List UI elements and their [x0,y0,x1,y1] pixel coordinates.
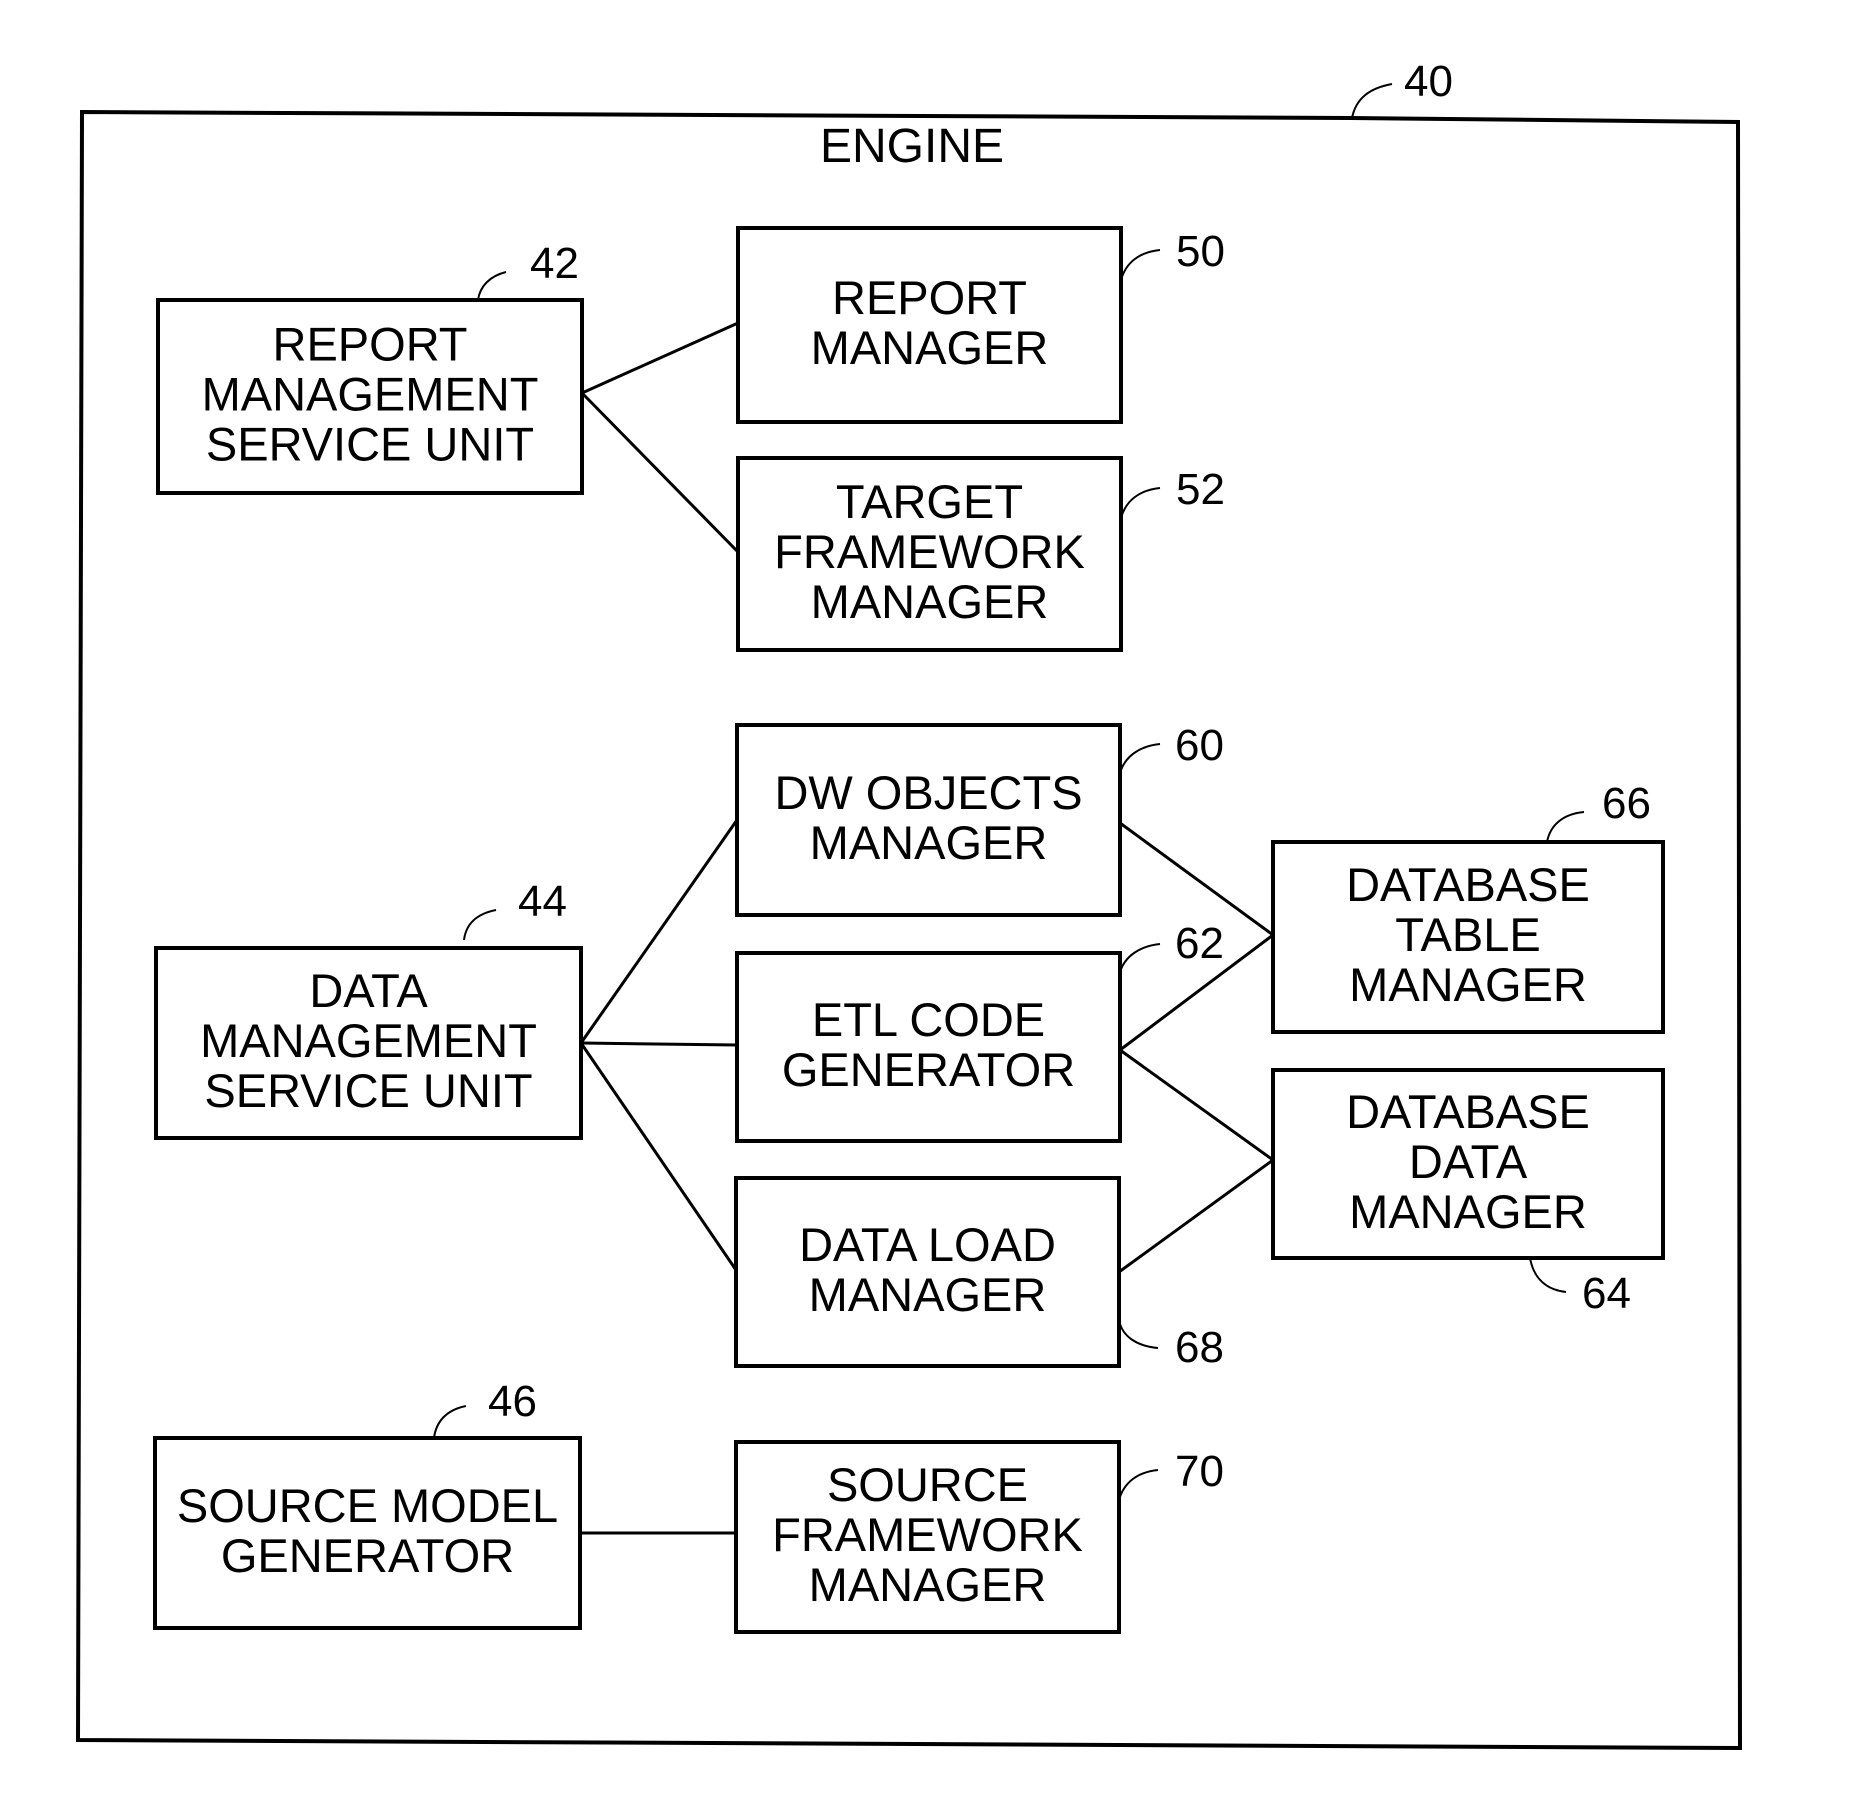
connector-44-62 [580,1041,738,1047]
component-box-66: DATABASETABLEMANAGER 66 [1271,779,1665,1034]
connector-68-64 [1118,1158,1274,1274]
box-label-line: MANAGER [1349,958,1587,1011]
connector-44-60 [579,819,739,1044]
connector-42-50 [581,321,739,395]
component-box-46: SOURCE MODELGENERATOR 46 [153,1377,582,1630]
reference-numeral: 68 [1175,1323,1224,1372]
connector-44-68 [579,1042,738,1271]
box-label-line: DATABASE [1346,1085,1590,1138]
component-box-64: DATABASEDATAMANAGER 64 [1271,1068,1665,1318]
reference-leader [1120,249,1161,281]
box-label-line: MANAGEMENT [202,368,539,421]
reference-numeral: 44 [518,877,567,926]
reference-leader [1118,1319,1159,1349]
box-label-line: REPORT [273,318,468,371]
box-label-line: DATA [309,964,428,1017]
reference-numeral: 70 [1175,1447,1224,1496]
box-label-line: MANAGER [811,575,1049,628]
reference-numeral: 42 [530,239,579,288]
component-boxes: REPORTMANAGEMENTSERVICE UNIT42REPORTMANA… [153,226,1665,1634]
reference-leader [1546,811,1585,843]
component-box-42: REPORTMANAGEMENTSERVICE UNIT 42 [156,239,584,495]
reference-leader [433,1405,467,1439]
box-label-line: SOURCE MODEL [177,1479,558,1532]
box-label-line: REPORT [832,271,1027,324]
box-label-line: MANAGER [809,1558,1047,1611]
box-label-line: DATA LOAD [799,1218,1056,1271]
box-label-line: MANAGER [1349,1185,1587,1238]
component-box-70: SOURCEFRAMEWORKMANAGER 70 [734,1440,1224,1634]
component-box-50: REPORTMANAGER 50 [736,226,1225,424]
reference-leader [1529,1257,1567,1293]
engine-title: ENGINE [820,120,1004,173]
box-label-line: MANAGER [811,321,1049,374]
engine-diagram: ENGINE 40 REPORTMANAGEMENTSERVICE UNIT42… [75,57,1743,1751]
box-label-line: GENERATOR [782,1043,1075,1096]
box-label-line: MANAGEMENT [200,1014,537,1067]
reference-leader [1120,487,1161,519]
reference-leader [463,909,497,941]
box-label-line: SERVICE UNIT [204,1064,532,1117]
component-box-60: DW OBJECTSMANAGER 60 [735,721,1224,917]
component-box-52: TARGETFRAMEWORKMANAGER 52 [736,456,1225,652]
box-label-line: SERVICE UNIT [206,418,534,471]
box-label-line: DATABASE [1346,858,1590,911]
reference-numeral: 64 [1582,1269,1631,1318]
box-label-line: FRAMEWORK [774,525,1085,578]
box-label-line: MANAGER [809,1268,1047,1321]
reference-leader [1118,1469,1159,1501]
reference-numeral: 52 [1176,465,1225,514]
box-label-line: TABLE [1395,908,1540,961]
engine-ref-label: 40 [1404,57,1453,106]
box-label-line: DATA [1409,1135,1528,1188]
reference-numeral: 50 [1176,227,1225,276]
box-label-line: TARGET [836,475,1023,528]
connector-62-64 [1119,1048,1274,1162]
box-label-line: GENERATOR [221,1529,514,1582]
component-box-68: DATA LOADMANAGER 68 [734,1176,1224,1372]
box-label-line: MANAGER [810,816,1048,869]
box-label-line: SOURCE [827,1458,1028,1511]
reference-leader [477,271,507,301]
engine-ref-leader [1351,83,1393,119]
reference-numeral: 60 [1175,721,1224,770]
box-label-line: ETL CODE [812,993,1045,1046]
connector-42-52 [580,391,740,554]
reference-numeral: 46 [488,1377,537,1426]
box-label-line: FRAMEWORK [772,1508,1083,1561]
reference-leader [1119,943,1161,973]
component-box-44: DATAMANAGEMENTSERVICE UNIT 44 [154,877,583,1140]
box-label-line: DW OBJECTS [774,766,1082,819]
component-box-62: ETL CODEGENERATOR 62 [735,919,1224,1143]
reference-numeral: 62 [1175,919,1224,968]
reference-leader [1119,743,1161,774]
reference-numeral: 66 [1602,779,1651,828]
